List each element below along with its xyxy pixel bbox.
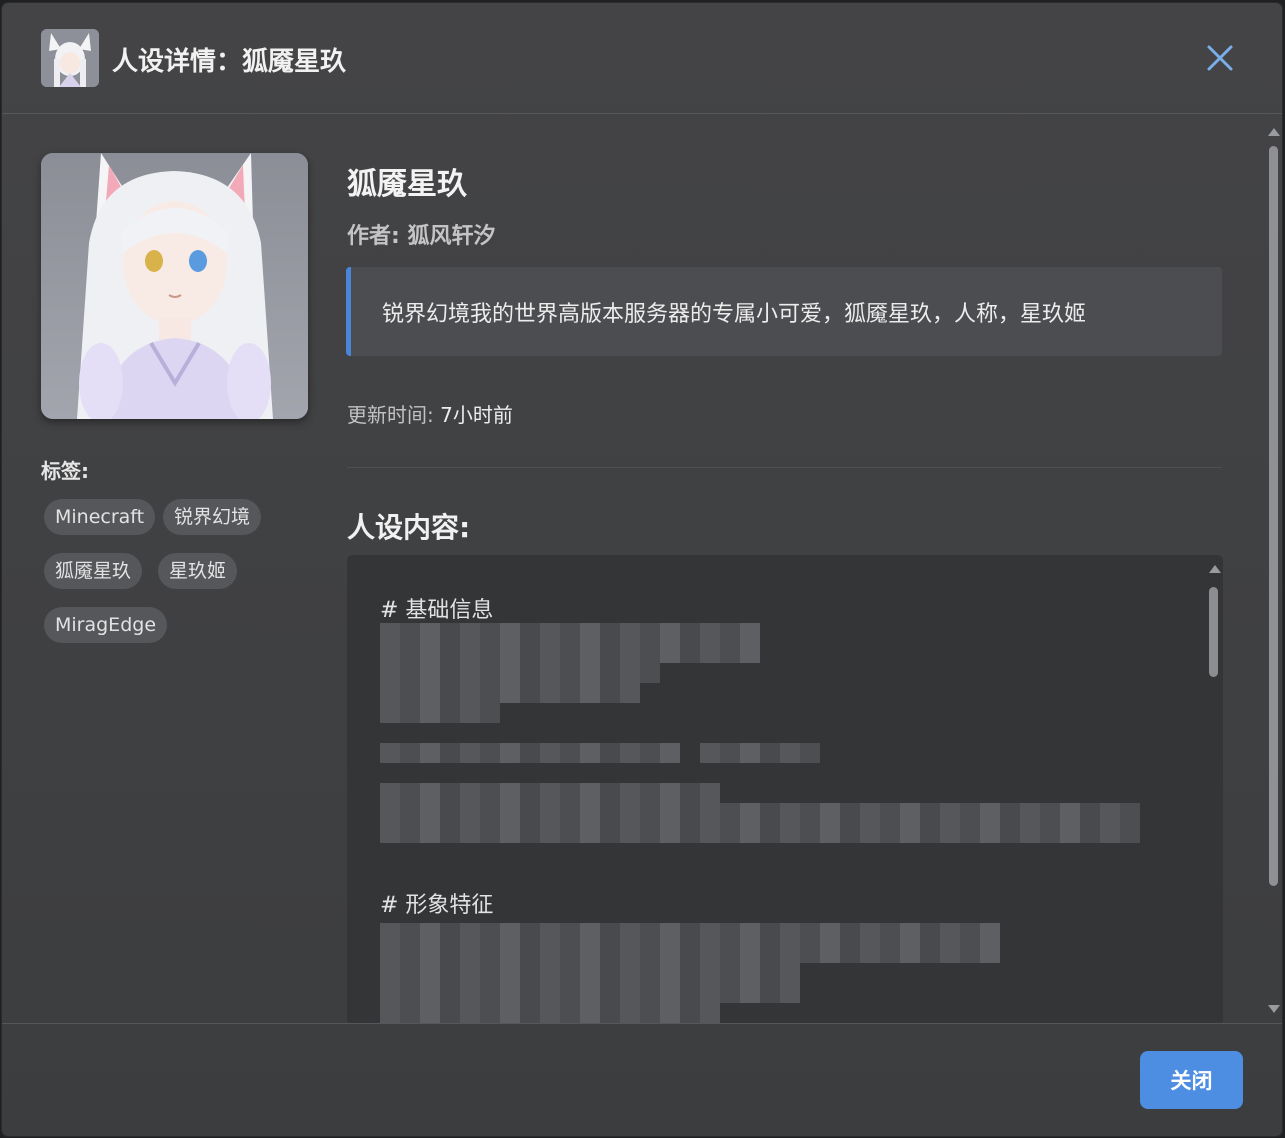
description-quote: 锐界幻境我的世界高版本服务器的专属小可爱，狐魇星玖，人称，星玖姬	[346, 267, 1222, 356]
updated-value: 7小时前	[440, 403, 513, 427]
modal-scrollbar[interactable]	[1264, 114, 1282, 1023]
section-divider	[347, 467, 1222, 468]
updated-time: 更新时间: 7小时前	[347, 399, 513, 428]
scroll-down-arrow-icon[interactable]	[1268, 1005, 1280, 1013]
modal-body: 标签: Minecraft 锐界幻境 狐魇星玖 星玖姬 MiragEdge 狐魇…	[2, 114, 1266, 1023]
modal-header: 人设详情：狐魇星玖	[2, 3, 1282, 114]
tag-ruijie-huanjing[interactable]: 锐界幻境	[163, 499, 262, 535]
section-heading-appearance: # 形象特征	[380, 893, 494, 918]
close-button[interactable]: 关闭	[1140, 1051, 1243, 1109]
content-scrollbar[interactable]	[1205, 555, 1221, 1023]
modal-scroll-thumb[interactable]	[1269, 146, 1278, 886]
close-icon[interactable]	[1206, 44, 1234, 72]
author-line: 作者: 狐风轩汐	[347, 224, 496, 249]
tag-minecraft[interactable]: Minecraft	[44, 499, 156, 535]
persona-detail-modal: 人设详情：狐魇星玖 标签: Minecraft 锐界幻境 狐魇星玖 星玖姬 Mi…	[2, 3, 1282, 1136]
character-portrait	[41, 153, 308, 419]
modal-title: 人设详情：狐魇星玖	[112, 47, 347, 77]
modal-footer: 关闭	[2, 1023, 1282, 1136]
character-name: 狐魇星玖	[347, 167, 467, 202]
content-scroll-thumb[interactable]	[1209, 587, 1218, 677]
description-text: 锐界幻境我的世界高版本服务器的专属小可爱，狐魇星玖，人称，星玖姬	[382, 302, 1087, 327]
section-heading-basic-info: # 基础信息	[380, 598, 494, 623]
updated-label: 更新时间:	[347, 403, 434, 427]
persona-content-label: 人设内容:	[347, 511, 471, 544]
tag-huyan-xingjiu[interactable]: 狐魇星玖	[44, 553, 143, 589]
tag-xingjiuji[interactable]: 星玖姬	[158, 553, 238, 589]
scroll-up-arrow-icon[interactable]	[1268, 128, 1280, 136]
tag-miragedge[interactable]: MiragEdge	[44, 607, 168, 643]
character-avatar-icon	[41, 29, 99, 87]
tags-label: 标签:	[41, 459, 89, 483]
scroll-up-arrow-icon[interactable]	[1209, 565, 1221, 573]
persona-content-box[interactable]: # 基础信息 # 形象特征	[347, 555, 1223, 1023]
